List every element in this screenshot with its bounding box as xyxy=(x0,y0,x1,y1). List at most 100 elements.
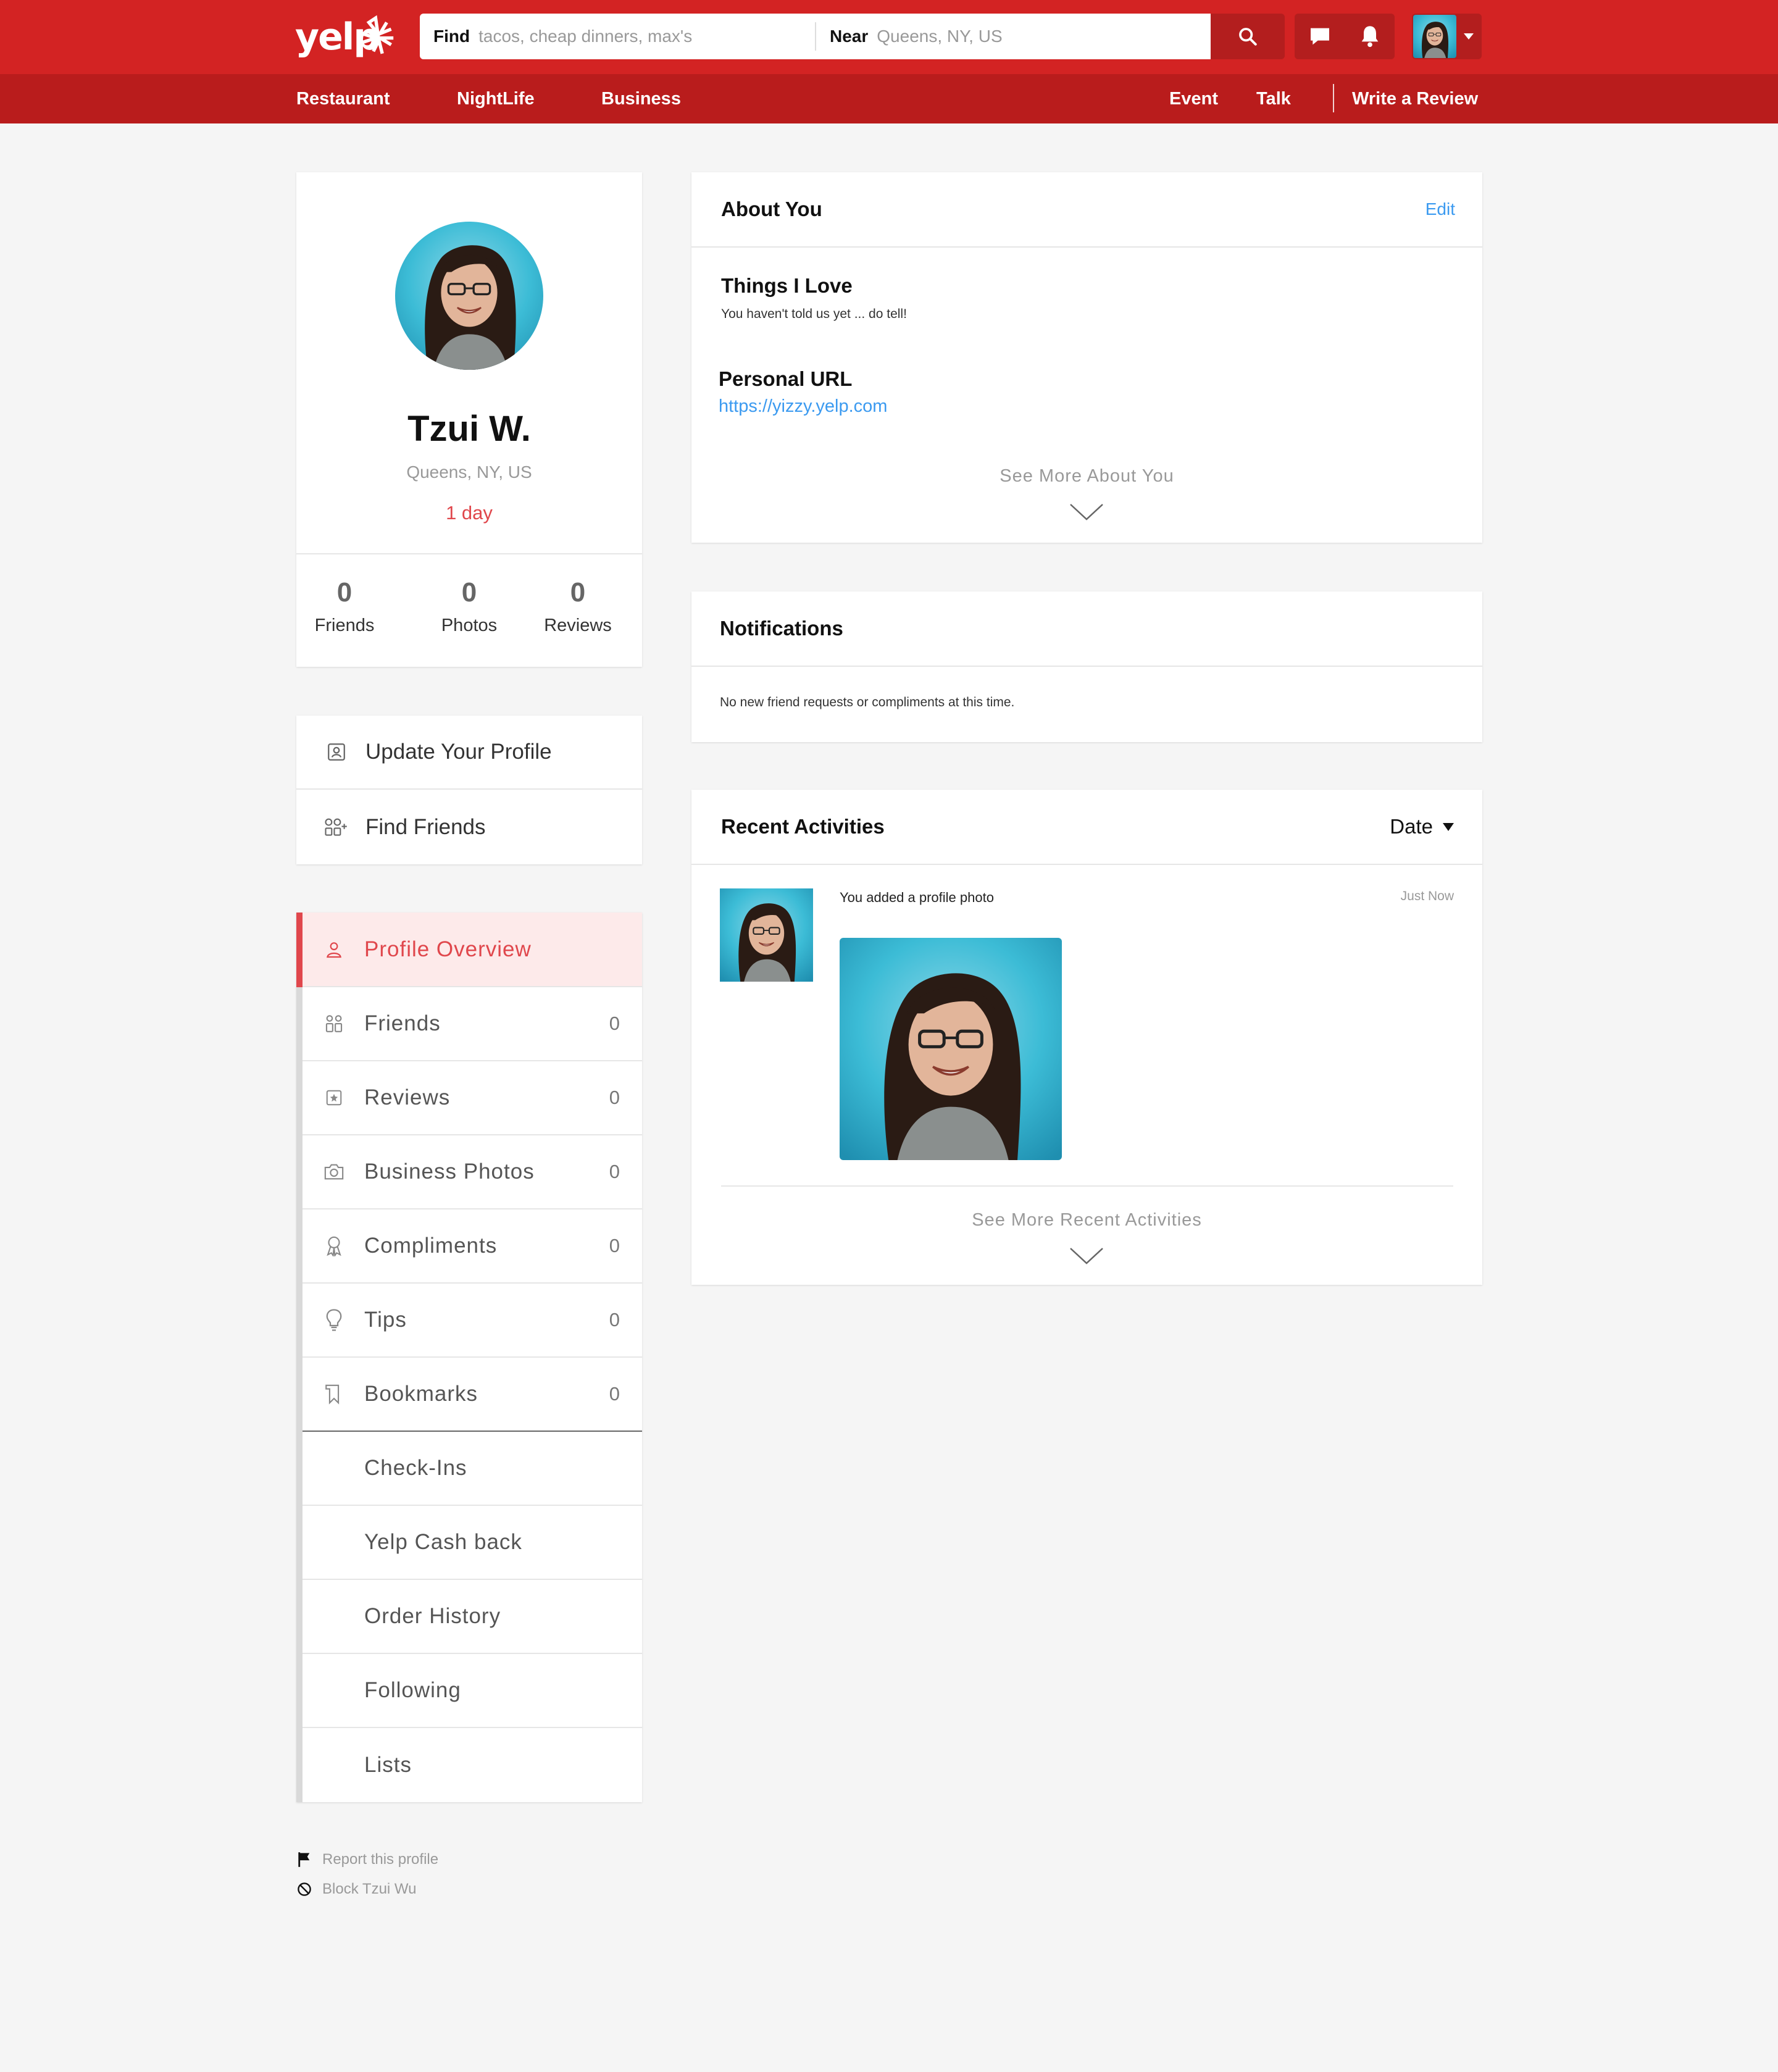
divider xyxy=(721,1185,1453,1187)
menu-item-business-photos[interactable]: Business Photos 0 xyxy=(303,1135,642,1209)
profile-avatar[interactable] xyxy=(395,222,543,370)
card-title: Recent Activities xyxy=(721,815,885,838)
menu-rail xyxy=(296,913,303,1802)
friends-icon xyxy=(321,1011,347,1037)
user-icon xyxy=(321,937,347,963)
nav-event[interactable]: Event xyxy=(1169,74,1218,123)
sort-dropdown[interactable]: Date xyxy=(1390,815,1454,838)
stat-label: Photos xyxy=(441,616,498,635)
report-profile-link[interactable]: Report this profile xyxy=(296,1851,438,1868)
action-label: Update Your Profile xyxy=(365,740,552,764)
card-header: About You Edit xyxy=(691,172,1482,248)
menu-item-following[interactable]: Following xyxy=(303,1654,642,1728)
edit-link[interactable]: Edit xyxy=(1425,199,1455,219)
report-label: Report this profile xyxy=(322,1851,439,1868)
activity-photo[interactable] xyxy=(840,938,1062,1160)
menu-label: Profile Overview xyxy=(364,937,532,961)
menu-count: 0 xyxy=(609,1013,620,1034)
flag-icon xyxy=(296,1852,312,1868)
menu-count: 0 xyxy=(609,1087,620,1108)
menu-label: Compliments xyxy=(364,1234,498,1258)
sort-value: Date xyxy=(1390,815,1433,838)
menu-count: 0 xyxy=(609,1383,620,1405)
avatar xyxy=(1413,15,1456,58)
menu-label: Lists xyxy=(364,1753,412,1777)
see-more-about-link[interactable]: See More About You xyxy=(691,466,1482,487)
menu-label: Check-Ins xyxy=(364,1456,467,1480)
stat-reviews[interactable]: 0 Reviews xyxy=(535,577,621,636)
menu-item-profile-overview[interactable]: Profile Overview xyxy=(303,913,642,987)
action-label: Find Friends xyxy=(365,815,486,839)
update-profile-button[interactable]: Update Your Profile xyxy=(296,716,642,790)
stat-friends[interactable]: 0 Friends xyxy=(301,577,388,636)
activity-time: Just Now xyxy=(1400,889,1454,903)
menu-item-yelp-cash-back[interactable]: Yelp Cash back xyxy=(303,1506,642,1580)
award-icon xyxy=(321,1233,347,1259)
stat-value: 0 xyxy=(336,577,353,608)
messages-icon[interactable] xyxy=(1308,24,1332,49)
user-menu[interactable] xyxy=(1412,14,1482,59)
card-title: About You xyxy=(721,198,822,220)
menu-item-tips[interactable]: Tips 0 xyxy=(303,1284,642,1358)
nav-restaurant[interactable]: Restaurant xyxy=(296,74,390,123)
yelp-burst-icon xyxy=(361,15,394,54)
stat-value: 0 xyxy=(570,577,586,608)
chevron-down-icon[interactable] xyxy=(1069,503,1104,521)
card-title: Notifications xyxy=(720,617,843,640)
lightbulb-icon xyxy=(321,1307,347,1333)
add-friends-icon xyxy=(323,814,349,840)
star-icon xyxy=(321,1085,347,1111)
yelp-logo[interactable]: yelp xyxy=(295,12,394,62)
profile-name: Tzui W. xyxy=(407,409,531,449)
find-friends-button[interactable]: Find Friends xyxy=(296,790,642,864)
menu-label: Yelp Cash back xyxy=(364,1530,522,1554)
menu-item-compliments[interactable]: Compliments 0 xyxy=(303,1209,642,1284)
menu-label: Tips xyxy=(364,1308,407,1332)
near-field[interactable]: Near Queens, NY, US xyxy=(816,14,1209,59)
nav-divider xyxy=(1333,84,1334,112)
menu-item-check-ins[interactable]: Check-Ins xyxy=(303,1432,642,1506)
notifications-bell-icon[interactable] xyxy=(1358,24,1382,49)
near-label: Near xyxy=(830,27,869,46)
menu-item-friends[interactable]: Friends 0 xyxy=(303,987,642,1061)
stat-label: Reviews xyxy=(544,616,612,635)
block-icon xyxy=(296,1881,312,1897)
find-placeholder: tacos, cheap dinners, max's xyxy=(478,27,693,46)
menu-label: Friends xyxy=(364,1011,441,1035)
find-label: Find xyxy=(433,27,470,46)
see-more-activities-link[interactable]: See More Recent Activities xyxy=(691,1210,1482,1230)
menu-label: Reviews xyxy=(364,1085,451,1109)
block-user-link[interactable]: Block Tzui Wu xyxy=(296,1881,417,1898)
nav-business[interactable]: Business xyxy=(601,74,681,123)
stat-photos[interactable]: 0 Photos xyxy=(426,577,512,636)
activity-text: You added a profile photo xyxy=(840,890,994,905)
menu-item-lists[interactable]: Lists xyxy=(303,1728,642,1802)
top-bar: yelp Find tacos, cheap dinners, max's Ne… xyxy=(0,0,1778,74)
search-icon xyxy=(1239,28,1257,46)
stat-value: 0 xyxy=(461,577,477,608)
search-button[interactable] xyxy=(1211,14,1285,59)
activity-avatar[interactable] xyxy=(720,888,813,982)
menu-label: Bookmarks xyxy=(364,1382,478,1406)
recent-activities-card: Recent Activities Date You added a profi… xyxy=(691,790,1482,1285)
bookmark-icon xyxy=(321,1381,347,1407)
profile-location: Queens, NY, US xyxy=(406,462,532,482)
menu-item-order-history[interactable]: Order History xyxy=(303,1580,642,1654)
find-field[interactable]: Find tacos, cheap dinners, max's xyxy=(420,22,816,51)
nav-talk[interactable]: Talk xyxy=(1256,74,1291,123)
profile-card-icon xyxy=(323,739,349,765)
menu-item-bookmarks[interactable]: Bookmarks 0 xyxy=(303,1358,642,1432)
chevron-down-icon[interactable] xyxy=(1069,1247,1104,1265)
personal-url-title: Personal URL xyxy=(719,367,853,390)
write-review-link[interactable]: Write a Review xyxy=(1352,74,1478,123)
search-bar: Find tacos, cheap dinners, max's Near Qu… xyxy=(420,14,1211,59)
menu-item-reviews[interactable]: Reviews 0 xyxy=(303,1061,642,1135)
profile-card: Tzui W. Queens, NY, US 1 day 0 Friends 0… xyxy=(296,172,642,667)
menu-label: Following xyxy=(364,1678,461,1702)
header-icon-group xyxy=(1295,14,1395,59)
profile-menu: Profile Overview Friends 0 Reviews 0 Bus… xyxy=(296,913,642,1802)
block-label: Block Tzui Wu xyxy=(322,1881,417,1897)
personal-url-link[interactable]: https://yizzy.yelp.com xyxy=(719,396,887,417)
nav-nightlife[interactable]: NightLife xyxy=(457,74,535,123)
card-header: Recent Activities Date xyxy=(691,790,1482,865)
